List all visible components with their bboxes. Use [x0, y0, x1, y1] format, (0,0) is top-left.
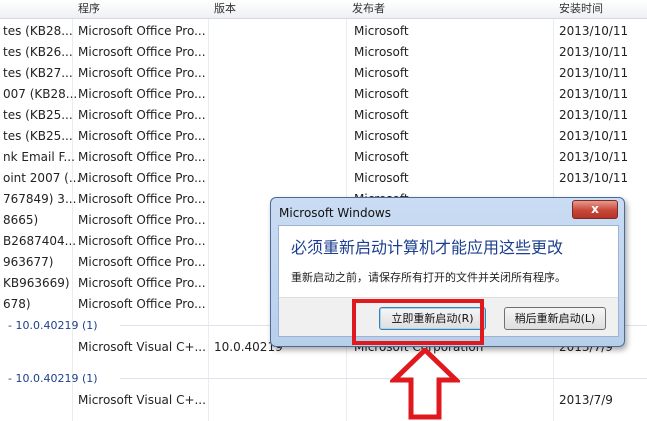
column-header-install-date[interactable]: 安装时间 — [559, 0, 603, 18]
row-program-cell: Microsoft Office Pro... — [78, 297, 206, 311]
row-publisher-cell: Microsoft — [354, 108, 409, 122]
row-program-cell: Microsoft Office Pro... — [78, 276, 206, 290]
row-date-cell: 2013/10/11 — [559, 108, 629, 122]
row-program-cell: Microsoft Office Pro... — [78, 150, 206, 164]
row-name-cell: 678) — [3, 297, 31, 311]
row-name-cell: 007 (KB28... — [3, 87, 78, 101]
restart-later-button[interactable]: 稍后重新启动(L) — [504, 307, 606, 330]
table-row[interactable]: tes (KB25... Microsoft Office Pro... Micro… — [0, 126, 647, 147]
row-publisher-cell: Microsoft — [354, 150, 409, 164]
row-date-cell: 2013/7/9 — [559, 393, 613, 407]
row-program-cell: Microsoft Office Pro... — [78, 192, 206, 206]
dialog-heading: 必须重新启动计算机才能应用这些更改 — [291, 238, 564, 257]
row-program-cell: Microsoft Office Pro... — [78, 213, 206, 227]
dialog-message: 重新启动之前，请保存所有打开的文件并关闭所有程序。 — [291, 271, 566, 284]
dialog-title: Microsoft Windows — [279, 206, 391, 220]
row-date-cell: 2013/10/11 — [559, 129, 629, 143]
row-date-cell: 2013/10/11 — [559, 171, 629, 185]
row-publisher-cell: Microsoft — [354, 24, 409, 38]
row-name-cell: B2687404... — [3, 234, 77, 248]
table-row[interactable]: oint 2007 (... Microsoft Office Pro... Mic… — [0, 168, 647, 189]
group-header[interactable]: - 10.0.40219 (1) — [0, 368, 647, 388]
row-date-cell: 2013/10/11 — [559, 66, 629, 80]
row-name-cell: tes (KB26... — [3, 45, 73, 59]
row-name-cell: KB963669) — [3, 276, 70, 290]
up-arrow-icon — [390, 348, 460, 420]
row-name-cell: tes (KB25... — [3, 129, 73, 143]
column-header-version[interactable]: 版本 — [214, 0, 236, 18]
row-program-cell: Microsoft Visual C+... — [78, 340, 206, 354]
row-date-cell: 2013/10/11 — [559, 45, 629, 59]
row-name-cell: tes (KB25... — [3, 108, 73, 122]
group-label: - 10.0.40219 (1) — [8, 319, 98, 332]
row-publisher-cell: Microsoft — [354, 171, 409, 185]
row-name-cell: 963677) — [3, 255, 54, 269]
row-publisher-cell: Microsoft — [354, 87, 409, 101]
group-rule — [120, 378, 647, 379]
table-row[interactable]: nk Email F... Microsoft Office Pro... Micr… — [0, 147, 647, 168]
table-row[interactable]: tes (KB27... Microsoft Office Pro... Micro… — [0, 63, 647, 84]
row-name-cell: 8665) — [3, 213, 39, 227]
row-name-cell: 767849) 3... — [3, 192, 77, 206]
highlight-box — [352, 299, 484, 345]
row-name-cell: oint 2007 (... — [3, 171, 81, 185]
row-program-cell: Microsoft Office Pro... — [78, 66, 206, 80]
row-date-cell: 2013/10/11 — [559, 150, 629, 164]
row-program-cell: Microsoft Office Pro... — [78, 87, 206, 101]
column-header-publisher[interactable]: 发布者 — [352, 0, 385, 18]
table-row[interactable]: tes (KB25... Microsoft Office Pro... Micro… — [0, 105, 647, 126]
row-publisher-cell: Microsoft — [354, 66, 409, 80]
column-header-program[interactable]: 程序 — [78, 0, 100, 18]
row-name-cell: tes (KB28... — [3, 24, 73, 38]
row-publisher-cell: Microsoft — [354, 129, 409, 143]
row-program-cell: Microsoft Office Pro... — [78, 108, 206, 122]
row-program-cell: Microsoft Office Pro... — [78, 129, 206, 143]
row-name-cell: nk Email F... — [3, 150, 75, 164]
table-row[interactable]: tes (KB28... Microsoft Office Pro... Micro… — [0, 21, 647, 42]
row-program-cell: Microsoft Office Pro... — [78, 171, 206, 185]
close-icon[interactable]: x — [572, 200, 618, 219]
row-program-cell: Microsoft Office Pro... — [78, 45, 206, 59]
row-program-cell: Microsoft Office Pro... — [78, 24, 206, 38]
row-program-cell: Microsoft Office Pro... — [78, 234, 206, 248]
table-row[interactable]: Microsoft Visual C+... 2013/7/9 — [0, 390, 647, 411]
row-program-cell: Microsoft Visual C+... — [78, 393, 206, 407]
table-row[interactable]: tes (KB26... Microsoft Office Pro... Micro… — [0, 42, 647, 63]
group-label: - 10.0.40219 (1) — [8, 372, 98, 385]
row-name-cell: tes (KB27... — [3, 66, 73, 80]
table-row[interactable]: 007 (KB28... Microsoft Office Pro... Micro… — [0, 84, 647, 105]
row-date-cell: 2013/10/11 — [559, 87, 629, 101]
row-publisher-cell: Microsoft — [354, 45, 409, 59]
row-program-cell: Microsoft Office Pro... — [78, 255, 206, 269]
row-date-cell: 2013/10/11 — [559, 24, 629, 38]
list-header: 程序 版本 发布者 安装时间 — [0, 0, 647, 19]
